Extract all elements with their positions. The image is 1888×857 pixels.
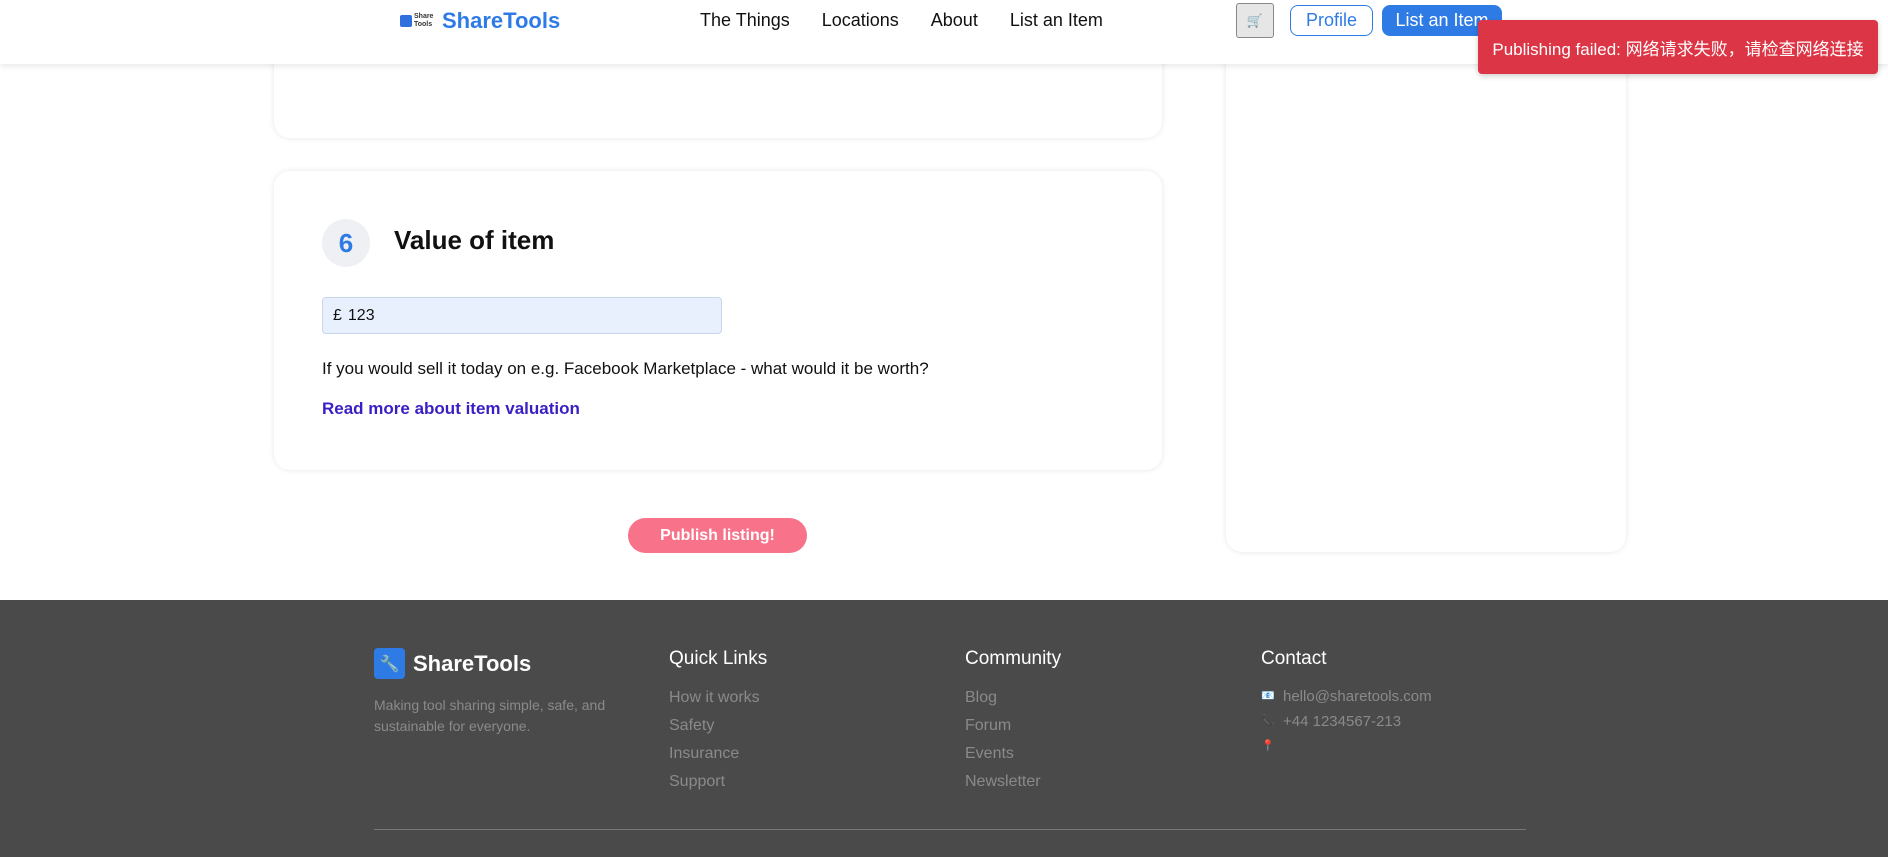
- footer-contact: Contact 📧 hello@sharetools.com 📞 +44 123…: [1261, 648, 1432, 759]
- footer: 🔧 ShareTools Making tool sharing simple,…: [0, 600, 1888, 857]
- quick-links-heading: Quick Links: [669, 648, 768, 669]
- link-events[interactable]: Events: [965, 740, 1061, 768]
- nav-list-an-item[interactable]: List an Item: [1010, 10, 1103, 31]
- link-support[interactable]: Support: [669, 768, 767, 796]
- footer-quick-links: Quick Links How it works Safety Insuranc…: [669, 648, 767, 796]
- read-more-valuation-link[interactable]: Read more about item valuation: [322, 399, 580, 419]
- logo[interactable]: Share Tools ShareTools: [400, 8, 560, 34]
- contact-email[interactable]: 📧 hello@sharetools.com: [1261, 684, 1432, 709]
- link-newsletter[interactable]: Newsletter: [965, 768, 1061, 796]
- nav-about[interactable]: About: [931, 10, 978, 31]
- step-number-badge: 6: [322, 219, 370, 267]
- section-title: Value of item: [394, 225, 555, 255]
- item-value: 123: [347, 306, 375, 324]
- footer-divider: [374, 829, 1526, 830]
- email-icon: 📧: [1261, 690, 1275, 702]
- publish-listing-button[interactable]: Publish listing!: [628, 518, 807, 553]
- contact-heading: Contact: [1261, 648, 1327, 669]
- link-safety[interactable]: Safety: [669, 712, 767, 740]
- value-helper-text: If you would sell it today on e.g. Faceb…: [322, 359, 929, 378]
- link-how-it-works[interactable]: How it works: [669, 684, 767, 712]
- footer-tagline: Making tool sharing simple, safe, and su…: [374, 697, 606, 734]
- footer-community: Community Blog Forum Events Newsletter: [965, 648, 1061, 796]
- phone-icon: 📞: [1261, 715, 1275, 727]
- contact-address: 📍: [1261, 734, 1432, 759]
- link-forum[interactable]: Forum: [965, 712, 1061, 740]
- location-pin-icon: 📍: [1261, 740, 1275, 752]
- cart-icon: 🛒: [1246, 12, 1264, 28]
- sidebar-card: [1226, 40, 1626, 552]
- error-toast[interactable]: Publishing failed: 网络请求失败，请检查网络连接: [1478, 20, 1878, 74]
- footer-brand[interactable]: 🔧 ShareTools: [374, 648, 531, 679]
- nav-locations[interactable]: Locations: [822, 10, 899, 31]
- nav-the-things[interactable]: The Things: [700, 10, 790, 31]
- footer-brand-text: ShareTools: [413, 650, 532, 676]
- item-value-input[interactable]: £ 123: [322, 297, 722, 334]
- link-insurance[interactable]: Insurance: [669, 740, 767, 768]
- logo-icon: Share Tools: [400, 13, 433, 29]
- link-blog[interactable]: Blog: [965, 684, 1061, 712]
- main-nav: The Things Locations About List an Item: [700, 10, 1103, 31]
- contact-phone[interactable]: 📞 +44 1234567-213: [1261, 709, 1432, 734]
- cart-button[interactable]: 🛒: [1236, 3, 1274, 38]
- currency-symbol: £: [333, 306, 342, 324]
- community-heading: Community: [965, 648, 1062, 669]
- logo-text: ShareTools: [442, 8, 561, 33]
- profile-button[interactable]: Profile: [1290, 5, 1373, 36]
- wrench-icon: 🔧: [374, 648, 405, 679]
- value-section-card: 6 Value of item £ 123 If you would sell …: [274, 171, 1162, 470]
